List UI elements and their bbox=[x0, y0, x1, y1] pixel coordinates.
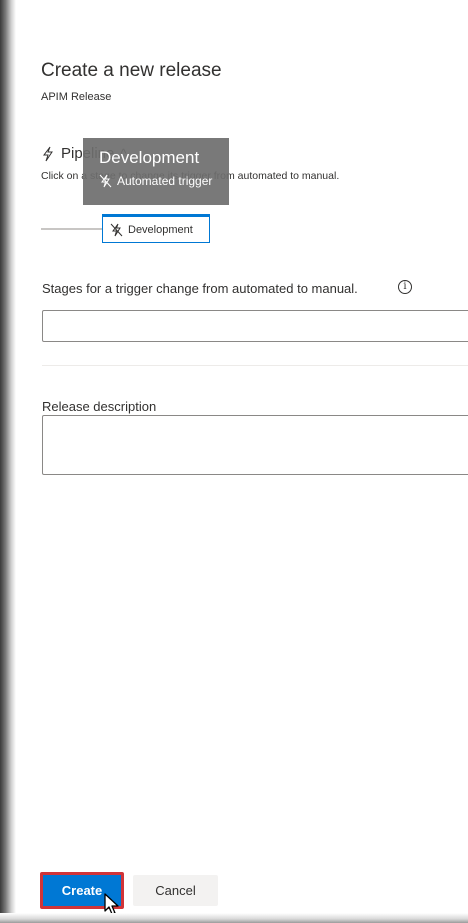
info-icon[interactable]: i bbox=[398, 280, 412, 294]
cancel-button-label: Cancel bbox=[155, 883, 196, 898]
stage-label: Development bbox=[128, 223, 193, 236]
lightning-bolt-icon bbox=[43, 146, 53, 161]
tooltip-stage-name: Development bbox=[99, 148, 200, 167]
release-description-textarea[interactable] bbox=[42, 415, 468, 475]
cancel-button[interactable]: Cancel bbox=[133, 875, 218, 906]
release-definition-name: APIM Release bbox=[41, 91, 112, 103]
lightning-bolt-off-icon bbox=[110, 223, 123, 236]
release-panel-frame: Create a new release APIM Release Pipeli… bbox=[0, 0, 468, 923]
section-divider bbox=[42, 365, 468, 366]
release-description-label: Release description bbox=[42, 399, 157, 414]
create-button-label: Create bbox=[61, 883, 103, 898]
tooltip-trigger-label: Automated trigger bbox=[117, 174, 213, 188]
stages-input[interactable] bbox=[42, 310, 468, 342]
pipeline-connector bbox=[41, 228, 103, 230]
tooltip-trigger: Automated trigger bbox=[99, 174, 229, 188]
stages-field-label: Stages for a trigger change from automat… bbox=[42, 281, 358, 296]
page-title: Create a new release bbox=[41, 60, 222, 81]
lightning-bolt-off-icon bbox=[99, 174, 112, 188]
stage-tooltip: Development Automated trigger bbox=[83, 138, 229, 205]
mouse-pointer-icon bbox=[104, 893, 119, 915]
stage-development[interactable]: Development bbox=[102, 214, 210, 243]
